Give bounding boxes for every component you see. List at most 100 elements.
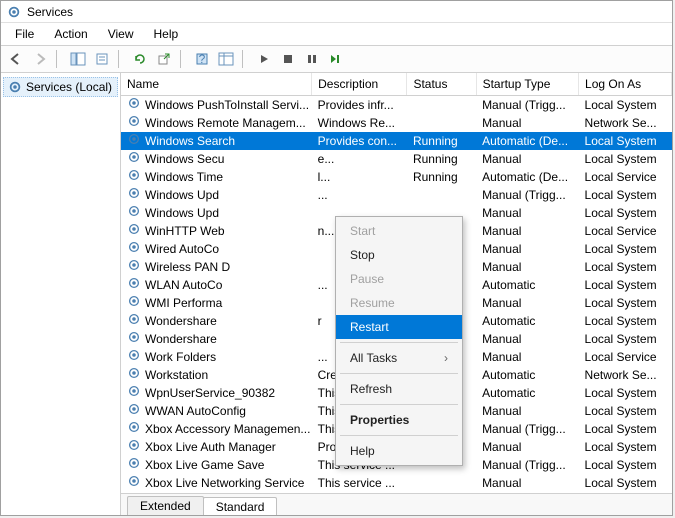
cell-name: Windows PushToInstall Servi... xyxy=(145,97,309,113)
col-description[interactable]: Description xyxy=(312,73,407,96)
cell-logon: Local System xyxy=(579,420,672,438)
properties-button[interactable] xyxy=(91,48,113,70)
cell-name: WWAN AutoConfig xyxy=(145,403,246,419)
cell-startup: Manual xyxy=(476,474,578,492)
menu-file[interactable]: File xyxy=(5,25,44,43)
cell-startup: Automatic xyxy=(476,384,578,402)
ctx-sep xyxy=(340,435,458,436)
cell-name: Windows Remote Managem... xyxy=(145,115,306,131)
col-status[interactable]: Status xyxy=(407,73,476,96)
cell-name: WpnUserService_90382 xyxy=(145,385,275,401)
col-name[interactable]: Name xyxy=(121,73,312,96)
ctx-refresh[interactable]: Refresh xyxy=(336,377,462,401)
cell-name: Windows Time xyxy=(145,169,223,185)
cell-name: Xbox Live Game Save xyxy=(145,457,264,473)
service-row[interactable]: Windows Upd...Manual (Trigg...Local Syst… xyxy=(121,186,672,204)
cell-startup: Manual (Trigg... xyxy=(476,456,578,474)
cell-description: Provides infr... xyxy=(312,96,407,115)
cell-logon: Local System xyxy=(579,96,672,115)
svg-text:?: ? xyxy=(199,52,206,66)
ctx-resume: Resume xyxy=(336,291,462,315)
gear-icon xyxy=(127,402,141,420)
tree-panel: Services (Local) xyxy=(1,73,121,515)
cell-name: Wondershare xyxy=(145,313,217,329)
separator xyxy=(56,50,62,68)
pause-service-button[interactable] xyxy=(301,48,323,70)
cell-status: Running xyxy=(407,132,476,150)
tab-standard[interactable]: Standard xyxy=(203,497,278,515)
cell-logon: Local System xyxy=(579,330,672,348)
col-logon[interactable]: Log On As xyxy=(579,73,672,96)
service-row[interactable]: Xbox Live Networking ServiceThis service… xyxy=(121,474,672,492)
cell-name: Windows Secu xyxy=(145,151,224,167)
ctx-sep xyxy=(340,404,458,405)
menu-view[interactable]: View xyxy=(98,25,144,43)
cell-startup: Manual xyxy=(476,294,578,312)
cell-status xyxy=(407,186,476,204)
service-row[interactable]: Windows Remote Managem...Windows Re...Ma… xyxy=(121,114,672,132)
cell-startup: Manual xyxy=(476,348,578,366)
forward-button[interactable] xyxy=(29,48,51,70)
col-startup[interactable]: Startup Type xyxy=(476,73,578,96)
gear-icon xyxy=(127,474,141,492)
cell-logon: Local System xyxy=(579,132,672,150)
cell-description: Windows Re... xyxy=(312,114,407,132)
ctx-all-tasks[interactable]: All Tasks xyxy=(336,346,462,370)
service-row[interactable]: Windows Timel...RunningAutomatic (De...L… xyxy=(121,168,672,186)
menu-bar: File Action View Help xyxy=(1,23,672,45)
cell-status xyxy=(407,474,476,492)
cell-description: ... xyxy=(312,186,407,204)
cell-logon: Local Service xyxy=(579,222,672,240)
detail-view-button[interactable] xyxy=(215,48,237,70)
back-button[interactable] xyxy=(5,48,27,70)
ctx-properties[interactable]: Properties xyxy=(336,408,462,432)
export-button[interactable] xyxy=(153,48,175,70)
cell-logon: Local System xyxy=(579,150,672,168)
services-icon xyxy=(7,5,21,19)
cell-name: WinHTTP Web xyxy=(145,223,225,239)
tree-root-services-local[interactable]: Services (Local) xyxy=(3,77,118,97)
cell-status: Running xyxy=(407,168,476,186)
cell-startup: Manual xyxy=(476,150,578,168)
cell-name: Windows Upd xyxy=(145,205,219,221)
service-row[interactable]: Windows PushToInstall Servi...Provides i… xyxy=(121,96,672,115)
cell-logon: Local System xyxy=(579,186,672,204)
main-area: Services (Local) Name Description Status… xyxy=(1,73,672,515)
show-hide-tree-button[interactable] xyxy=(67,48,89,70)
cell-name: Wondershare xyxy=(145,331,217,347)
cell-name: Wired AutoCo xyxy=(145,241,219,257)
cell-logon: Local System xyxy=(579,402,672,420)
cell-startup: Automatic (De... xyxy=(476,168,578,186)
stop-service-button[interactable] xyxy=(277,48,299,70)
cell-name: Xbox Accessory Managemen... xyxy=(145,421,310,437)
separator xyxy=(242,50,248,68)
toolbar: ? xyxy=(1,45,672,73)
cell-startup: Automatic xyxy=(476,366,578,384)
cell-logon: Local System xyxy=(579,276,672,294)
cell-logon: Local System xyxy=(579,312,672,330)
gear-icon xyxy=(127,186,141,204)
cell-description: l... xyxy=(312,168,407,186)
menu-action[interactable]: Action xyxy=(44,25,97,43)
title-bar[interactable]: Services xyxy=(1,1,672,23)
cell-logon: Local System xyxy=(579,474,672,492)
service-row[interactable]: Windows SearchProvides con...RunningAuto… xyxy=(121,132,672,150)
restart-service-button[interactable] xyxy=(325,48,347,70)
cell-logon: Local System xyxy=(579,294,672,312)
cell-logon: Local System xyxy=(579,456,672,474)
ctx-restart[interactable]: Restart xyxy=(336,315,462,339)
service-row[interactable]: Windows Secue...RunningManualLocal Syste… xyxy=(121,150,672,168)
ctx-help[interactable]: Help xyxy=(336,439,462,463)
window-title: Services xyxy=(27,5,73,19)
cell-startup: Manual xyxy=(476,438,578,456)
ctx-stop[interactable]: Stop xyxy=(336,243,462,267)
gear-icon xyxy=(127,384,141,402)
gear-icon xyxy=(127,420,141,438)
refresh-button[interactable] xyxy=(129,48,151,70)
tab-extended[interactable]: Extended xyxy=(127,496,204,515)
start-service-button[interactable] xyxy=(253,48,275,70)
cell-name: Work Folders xyxy=(145,349,216,365)
help-button[interactable]: ? xyxy=(191,48,213,70)
cell-logon: Local Service xyxy=(579,348,672,366)
menu-help[interactable]: Help xyxy=(144,25,189,43)
